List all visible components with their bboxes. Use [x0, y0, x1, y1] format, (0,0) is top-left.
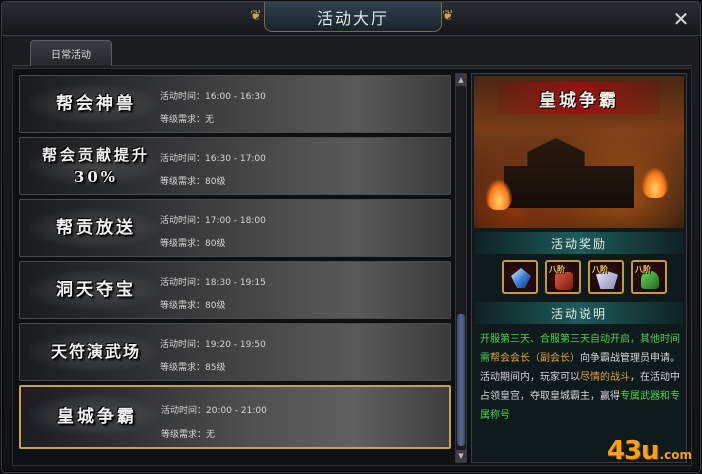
rewards-heading: 活动奖励 [474, 232, 684, 254]
activity-name: 帮会神兽 [56, 94, 136, 114]
activity-row[interactable]: 帮会神兽 活动时间：16:00 - 16:30 等级需求：无 [19, 75, 451, 133]
tier-badge: 八阶 [549, 265, 565, 274]
description-highlight: 尽情的战斗 [580, 372, 630, 383]
activity-level: 等级需求：80级 [160, 239, 226, 249]
title-plate: 活动大厅 [264, 2, 442, 32]
activity-time: 活动时间：17:00 - 18:00 [160, 216, 266, 226]
scroll-up-icon[interactable]: ▲ [456, 74, 466, 86]
banner-title: 皇城争霸 [539, 90, 619, 111]
tier-badge: 八阶 [592, 265, 608, 274]
scroll-down-icon[interactable]: ▼ [456, 450, 466, 462]
activity-name: 帮会贡献提升30% [41, 146, 150, 186]
activity-time: 活动时间：18:30 - 19:15 [160, 278, 266, 288]
activity-name: 洞天夺宝 [56, 280, 136, 300]
site-watermark-logo: 43u .com [582, 436, 692, 466]
activity-row[interactable]: 洞天夺宝 活动时间：18:30 - 19:15 等级需求：80级 [19, 261, 451, 319]
rewards-list: 八阶 八阶 八阶 [502, 260, 672, 296]
tier-badge: 八阶 [635, 265, 651, 274]
reward-item[interactable]: 八阶 [631, 260, 667, 294]
activity-list-scrollbar[interactable]: ▲ ▼ [455, 73, 467, 463]
activity-level: 等级需求：无 [160, 115, 215, 125]
activity-row[interactable]: 帮贡放送 活动时间：17:00 - 18:00 等级需求：80级 [19, 199, 451, 257]
activity-time: 活动时间：19:20 - 19:50 [160, 340, 266, 350]
close-button[interactable]: ✕ [670, 7, 692, 31]
scroll-thumb[interactable] [457, 314, 465, 446]
banner-title-plate: 皇城争霸 [498, 82, 660, 114]
reward-item[interactable] [502, 260, 538, 294]
tab-daily-activities[interactable]: 日常活动 [30, 40, 112, 66]
activity-level: 等级需求：80级 [160, 301, 226, 311]
palace-silhouette [504, 138, 634, 208]
activity-detail-panel: 皇城争霸 活动奖励 八阶 八阶 八阶 活动说明 开服第三天、合服第三天自动开启，… [471, 73, 687, 463]
content-area: 帮会神兽 活动时间：16:00 - 16:30 等级需求：无 帮会贡献提升30%… [12, 68, 692, 466]
activity-row[interactable]: 帮会贡献提升30% 活动时间：16:30 - 17:00 等级需求：80级 [19, 137, 451, 195]
window-title: 活动大厅 [316, 8, 389, 28]
activity-level: 等级需求：80级 [160, 177, 226, 187]
watermark-domain: .com [659, 448, 692, 462]
title-ornament-right-icon: ❦ [442, 8, 454, 24]
title-bar: ❦ 活动大厅 ❦ ✕ [2, 2, 700, 36]
activity-level: 等级需求：无 [161, 430, 216, 440]
reward-item[interactable]: 八阶 [545, 260, 581, 294]
activity-row-selected[interactable]: 皇城争霸 活动时间：20:00 - 21:00 等级需求：无 [19, 385, 451, 449]
fire-effect [486, 180, 512, 210]
activity-row[interactable]: 天符演武场 活动时间：19:20 - 19:50 等级需求：85级 [19, 323, 451, 381]
activity-banner-image: 皇城争霸 [474, 76, 684, 228]
activity-list: 帮会神兽 活动时间：16:00 - 16:30 等级需求：无 帮会贡献提升30%… [19, 73, 451, 463]
activity-name: 皇城争霸 [57, 407, 137, 427]
activity-name: 天符演武场 [50, 342, 141, 361]
reward-item[interactable]: 八阶 [588, 260, 624, 294]
description-highlight: 帮会会长（副会长） [490, 353, 580, 364]
gem-icon [511, 268, 531, 288]
watermark-number: 43u [606, 436, 660, 466]
activity-name: 帮贡放送 [56, 218, 136, 238]
description-heading: 活动说明 [474, 302, 684, 324]
tab-bar: 日常活动 [12, 40, 692, 66]
activity-time: 活动时间：16:30 - 17:00 [160, 154, 266, 164]
fire-effect [642, 168, 668, 198]
activity-time: 活动时间：20:00 - 21:00 [161, 406, 267, 416]
activity-time: 活动时间：16:00 - 16:30 [160, 92, 266, 102]
close-icon: ✕ [672, 7, 690, 31]
activity-level: 等级需求：85级 [160, 363, 226, 373]
activity-hall-window: ❦ 活动大厅 ❦ ✕ 日常活动 帮会神兽 活动时间：16:00 - 16:30 … [1, 1, 701, 473]
